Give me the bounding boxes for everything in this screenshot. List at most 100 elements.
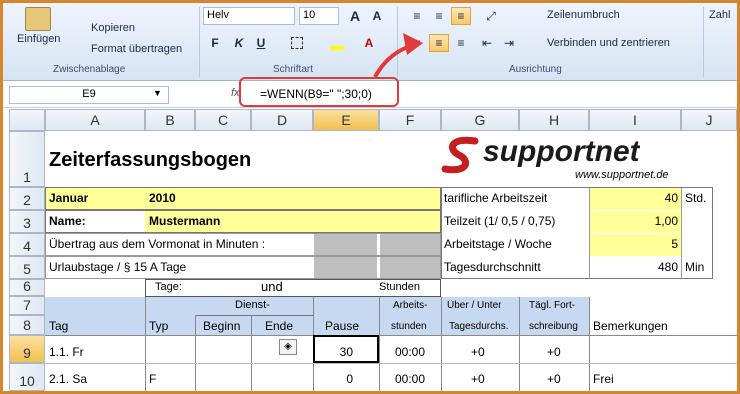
border-button[interactable] <box>287 34 307 52</box>
row10-typ[interactable]: F <box>149 372 156 386</box>
paste-button[interactable]: Einfügen <box>17 33 60 45</box>
grow-font-button[interactable]: A <box>345 7 365 25</box>
font-size-combo[interactable]: 10 <box>299 7 339 25</box>
header-bemerkungen: Bemerkungen <box>593 319 668 333</box>
row-header-3[interactable]: 3 <box>9 210 45 233</box>
column-header-a[interactable]: A <box>45 109 145 131</box>
namebox-dropdown-icon[interactable]: ▼ <box>153 88 162 98</box>
header-stunden: stunden <box>391 321 427 332</box>
table-grid-line <box>589 297 590 391</box>
paste-icon <box>25 7 51 31</box>
tariff-unit: Std. <box>685 191 707 205</box>
row-header-2[interactable]: 2 <box>9 187 45 210</box>
logo-url: www.supportnet.de <box>575 169 669 181</box>
align-top-button[interactable]: ≡ <box>407 7 427 25</box>
italic-button[interactable]: K <box>229 34 249 52</box>
vacation-label: Urlaubstage / § 15 A Tage <box>49 260 187 274</box>
table-grid-line <box>195 315 196 391</box>
align-left-button[interactable]: ≡ <box>407 34 427 52</box>
tariff-value: 40 <box>664 191 678 205</box>
carryover-input-1[interactable] <box>314 234 377 255</box>
row-header-7[interactable]: 7 <box>9 296 45 315</box>
column-header-e[interactable]: E <box>313 109 379 131</box>
header-typ: Typ <box>149 319 169 333</box>
row-header-4[interactable]: 4 <box>9 233 45 256</box>
table-grid-line <box>45 335 737 336</box>
column-header-b[interactable]: B <box>145 109 195 131</box>
indent-increase-button[interactable]: ⇥ <box>499 34 519 52</box>
year-value[interactable]: 2010 <box>149 191 176 205</box>
column-header-h[interactable]: H <box>519 109 589 131</box>
header-tagesdurchs: Tagesdurchs. <box>449 321 509 332</box>
header-pause: Pause <box>325 319 360 333</box>
row-header-1[interactable]: 1 <box>9 131 45 187</box>
shrink-font-button[interactable]: A <box>367 7 387 25</box>
column-header-d[interactable]: D <box>251 109 313 131</box>
row10-fort: +0 <box>547 372 561 386</box>
month-label: Januar <box>49 191 89 205</box>
row10-pause[interactable]: 0 <box>315 372 353 386</box>
wrap-text-button[interactable]: Zeilenumbruch <box>547 9 620 21</box>
orientation-button[interactable]: ⤢ <box>481 7 501 25</box>
select-all-corner[interactable] <box>9 109 45 131</box>
header-dienst: Dienst- <box>235 299 270 311</box>
font-color-button[interactable]: A <box>359 34 379 52</box>
table-grid-line <box>379 297 380 391</box>
row-header-8[interactable]: 8 <box>9 315 45 335</box>
merge-center-button[interactable]: Verbinden und zentrieren <box>547 37 670 49</box>
group-separator <box>397 7 398 77</box>
row10-ueber: +0 <box>471 372 485 386</box>
align-right-button[interactable]: ≡ <box>451 34 471 52</box>
bold-button[interactable]: F <box>205 34 225 52</box>
table-grid-line <box>441 297 442 391</box>
indent-decrease-button[interactable]: ⇤ <box>477 34 497 52</box>
workdays-value: 5 <box>671 237 678 251</box>
column-header-c[interactable]: C <box>195 109 251 131</box>
row-header-6[interactable]: 6 <box>9 278 45 296</box>
days-label: Tage: <box>155 281 182 293</box>
excel-window: Einfügen Kopieren Format übertragen Zwis… <box>0 0 740 394</box>
clipboard-group-label: Zwischenablage <box>53 64 126 75</box>
vacation-input-1[interactable] <box>314 257 377 278</box>
formula-callout <box>239 77 399 107</box>
validation-warning-icon[interactable]: ◈ <box>279 339 297 355</box>
border-icon <box>291 37 303 49</box>
row10-tag: 2.1. Sa <box>49 372 88 386</box>
row10-bem[interactable]: Frei <box>593 372 614 386</box>
column-header-f[interactable]: F <box>379 109 441 131</box>
tariff-label: tarifliche Arbeitszeit <box>444 191 548 205</box>
row9-stunden: 00:00 <box>395 345 426 359</box>
ribbon: Einfügen Kopieren Format übertragen Zwis… <box>3 3 737 81</box>
fill-color-button[interactable] <box>327 34 347 52</box>
name-value[interactable]: Mustermann <box>149 214 220 228</box>
underline-button[interactable]: U <box>251 34 271 52</box>
format-painter-button[interactable]: Format übertragen <box>91 43 182 55</box>
column-header-j[interactable]: J <box>681 109 737 131</box>
parttime-value: 1,00 <box>654 214 678 228</box>
number-group-label: Zahl <box>709 9 731 21</box>
column-header-i[interactable]: I <box>589 109 681 131</box>
align-center-button[interactable]: ≡ <box>429 34 449 52</box>
vacation-input-2[interactable] <box>380 257 440 278</box>
sheet-title: Zeiterfassungsbogen <box>49 149 252 171</box>
row-header-9[interactable]: 9 <box>9 335 45 363</box>
row-header-5[interactable]: 5 <box>9 256 45 279</box>
hours-label: Stunden <box>379 281 420 293</box>
table-grid-line <box>45 363 737 364</box>
daily-avg-unit: Min <box>685 260 705 274</box>
align-middle-button[interactable]: ≡ <box>429 7 449 25</box>
table-grid-line <box>251 315 252 391</box>
row-header-10[interactable]: 10 <box>9 363 45 391</box>
row9-pause[interactable]: 30 <box>315 345 353 359</box>
row10-stunden: 00:00 <box>395 372 426 386</box>
align-bottom-button[interactable]: ≡ <box>451 7 471 25</box>
name-box[interactable]: E9 <box>9 86 169 104</box>
right-block-divider <box>589 187 590 279</box>
font-name-combo[interactable]: Helv <box>203 7 295 25</box>
fill-color-icon <box>330 46 344 50</box>
table-grid-line <box>519 297 520 391</box>
column-header-g[interactable]: G <box>441 109 519 131</box>
daily-avg-label: Tagesdurchschnitt <box>444 260 541 274</box>
copy-button[interactable]: Kopieren <box>91 22 135 34</box>
carryover-input-2[interactable] <box>380 234 440 255</box>
